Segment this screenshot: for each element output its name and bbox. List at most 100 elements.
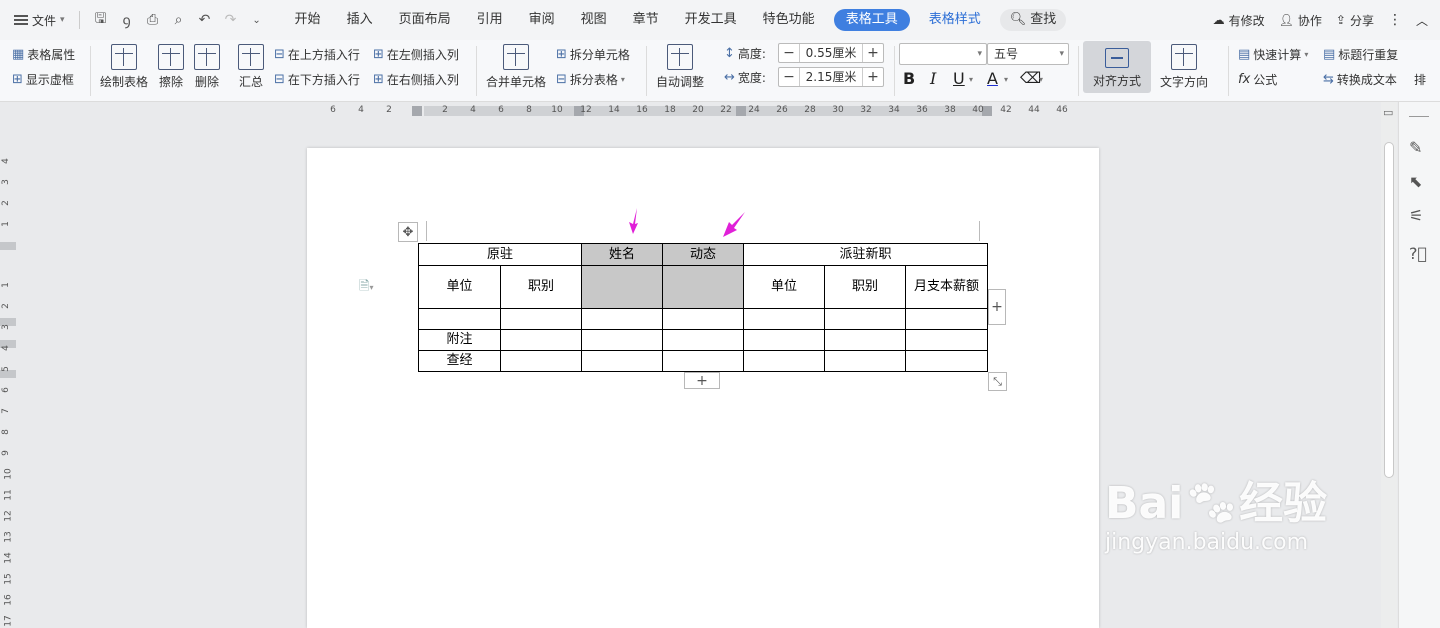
add-column-button[interactable]: + [988,289,1006,325]
table-cell[interactable] [905,308,988,330]
tab-table-tools[interactable]: 表格工具 [833,9,910,31]
tab-review[interactable]: 审阅 [516,0,568,40]
ruler-row-marker[interactable] [0,242,16,250]
row-height-stepper[interactable]: − 0.55厘米 + [778,43,884,63]
ruler-column-marker[interactable] [412,106,422,116]
table-cell[interactable] [824,329,906,351]
sort-button[interactable]: 排 [1414,71,1426,88]
underline-button[interactable]: U [953,69,965,88]
format-painter-icon[interactable]: ꝯ [118,11,136,30]
alignment-dropdown-button[interactable]: 对齐方式 [1083,41,1151,93]
table-cell-yuanzhu[interactable]: 原驻 [418,243,582,266]
more-options-icon[interactable]: ⋮ [1388,12,1402,28]
add-row-button[interactable]: + [684,372,720,389]
save-icon[interactable]: 🖫 [92,8,110,32]
collapse-ribbon-icon[interactable]: ︿ [1416,12,1428,29]
table-cell[interactable] [581,308,663,330]
chevron-down-icon[interactable]: ▾ [969,75,973,84]
edit-pen-icon[interactable]: ✎ [1409,138,1422,157]
table-cell-fuzhu[interactable]: 附注 [418,329,501,351]
scrollbar-thumb[interactable] [1384,142,1394,478]
chevron-down-icon[interactable]: ▾ [1004,75,1008,84]
table-cell-paizhu[interactable]: 派驻新职 [743,243,988,266]
tab-special-features[interactable]: 特色功能 [750,0,828,40]
summary-button[interactable]: 汇总 [238,44,264,90]
table-cell-zhibie[interactable]: 职别 [500,265,582,309]
undo-icon[interactable]: ↶ [196,12,214,28]
tab-insert[interactable]: 插入 [334,0,386,40]
modified-status-button[interactable]: ☁ 有修改 [1213,12,1265,29]
font-size-select[interactable]: 五号 ▾ [987,43,1069,65]
split-cells-button[interactable]: ⊞ 拆分单元格 [556,46,630,63]
table-cell[interactable] [500,308,582,330]
table-cell-chajing[interactable]: 查经 [418,350,501,372]
tab-view[interactable]: 视图 [568,0,620,40]
table-cell-salary[interactable]: 月支本薪额 [905,265,988,309]
table-cell-danwei[interactable]: 单位 [743,265,825,309]
font-name-select[interactable]: ▾ [899,43,987,65]
document-table[interactable]: 原驻 姓名 动态 派驻新职 单位 职别 单位 职别 月支本薪额 附注 查经 [418,243,988,372]
table-cell-selected[interactable] [581,265,663,309]
share-button[interactable]: ⇪ 分享 [1336,12,1374,29]
table-cell[interactable] [824,308,906,330]
scroll-up-icon[interactable]: ▭ [1383,106,1393,119]
table-cell-selected[interactable] [662,265,744,309]
tab-page-layout[interactable]: 页面布局 [386,0,464,40]
decrease-height-button[interactable]: − [779,44,799,62]
table-cell-danwei[interactable]: 单位 [418,265,501,309]
print-icon[interactable]: ⎙ [144,12,162,28]
redo-icon[interactable]: ↷ [222,12,240,28]
autofit-dropdown-button[interactable]: 自动调整 [656,44,704,90]
column-width-value[interactable]: 2.15厘米 [799,68,863,86]
select-pointer-icon[interactable]: ⬉ [1409,172,1422,191]
formula-button[interactable]: fx 公式 [1238,71,1277,88]
erase-button[interactable]: 擦除 [158,44,184,90]
quick-calc-button[interactable]: ▤ 快速计算 ▾ [1238,46,1308,63]
increase-height-button[interactable]: + [863,44,883,62]
table-cell[interactable] [581,350,663,372]
table-cell[interactable] [824,350,906,372]
search-button[interactable]: 🔍︎ 查找 [999,9,1067,31]
tab-table-style[interactable]: 表格样式 [916,0,994,40]
table-cell[interactable] [905,329,988,351]
chevron-down-icon[interactable]: ▾ [1039,75,1043,84]
table-cell[interactable] [500,350,582,372]
table-cell-name-selected[interactable]: 姓名 [581,243,663,266]
convert-to-text-button[interactable]: ⇆ 转换成文本 [1323,71,1397,88]
table-cell[interactable] [743,308,825,330]
tab-home[interactable]: 开始 [282,0,334,40]
merge-cells-button[interactable]: 合并单元格 [486,44,546,90]
table-cell[interactable] [743,329,825,351]
resize-table-handle[interactable]: ⤡ [988,372,1007,391]
vertical-scrollbar[interactable]: ▭ [1381,102,1397,628]
table-cell-zhibie[interactable]: 职别 [824,265,906,309]
table-cell[interactable] [905,350,988,372]
help-icon[interactable]: ?⃝ [1409,244,1427,263]
column-width-stepper[interactable]: − 2.15厘米 + [778,67,884,87]
insert-row-above-button[interactable]: ⊟ 在上方插入行 [274,46,360,63]
table-move-handle[interactable]: ✥ [398,222,418,242]
ruler-column-marker[interactable] [736,106,746,116]
insert-row-below-button[interactable]: ⊟ 在下方插入行 [274,71,360,88]
file-menu-button[interactable]: 文件 ▾ [0,0,75,40]
settings-sliders-icon[interactable]: ⚟ [1409,206,1423,225]
tab-sections[interactable]: 章节 [620,0,672,40]
customize-toolbar-icon[interactable]: ⌄ [248,15,266,26]
table-cell[interactable] [662,350,744,372]
repeat-header-button[interactable]: ▤ 标题行重复 [1323,46,1398,63]
table-cell[interactable] [743,350,825,372]
row-height-value[interactable]: 0.55厘米 [799,44,863,62]
horizontal-ruler[interactable]: 6 4 2 2 4 6 8 10 12 14 16 18 20 22 24 26 28 30 32 34 36 38 40 4… [0,102,1380,120]
paragraph-layout-icon[interactable]: 🗎︎▾ [359,277,373,299]
decrease-width-button[interactable]: − [779,68,799,86]
table-cell[interactable] [662,308,744,330]
delete-dropdown-button[interactable]: 删除 [194,44,220,90]
table-properties-button[interactable]: ▦ 表格属性 [12,46,75,63]
tab-developer[interactable]: 开发工具 [672,0,750,40]
italic-button[interactable]: I [930,69,936,88]
insert-column-right-button[interactable]: ⊞ 在右侧插入列 [373,71,459,88]
draw-table-button[interactable]: 绘制表格 [100,44,148,90]
table-cell[interactable] [500,329,582,351]
show-gridlines-button[interactable]: ⊞ 显示虚框 [12,71,74,88]
tab-references[interactable]: 引用 [464,0,516,40]
